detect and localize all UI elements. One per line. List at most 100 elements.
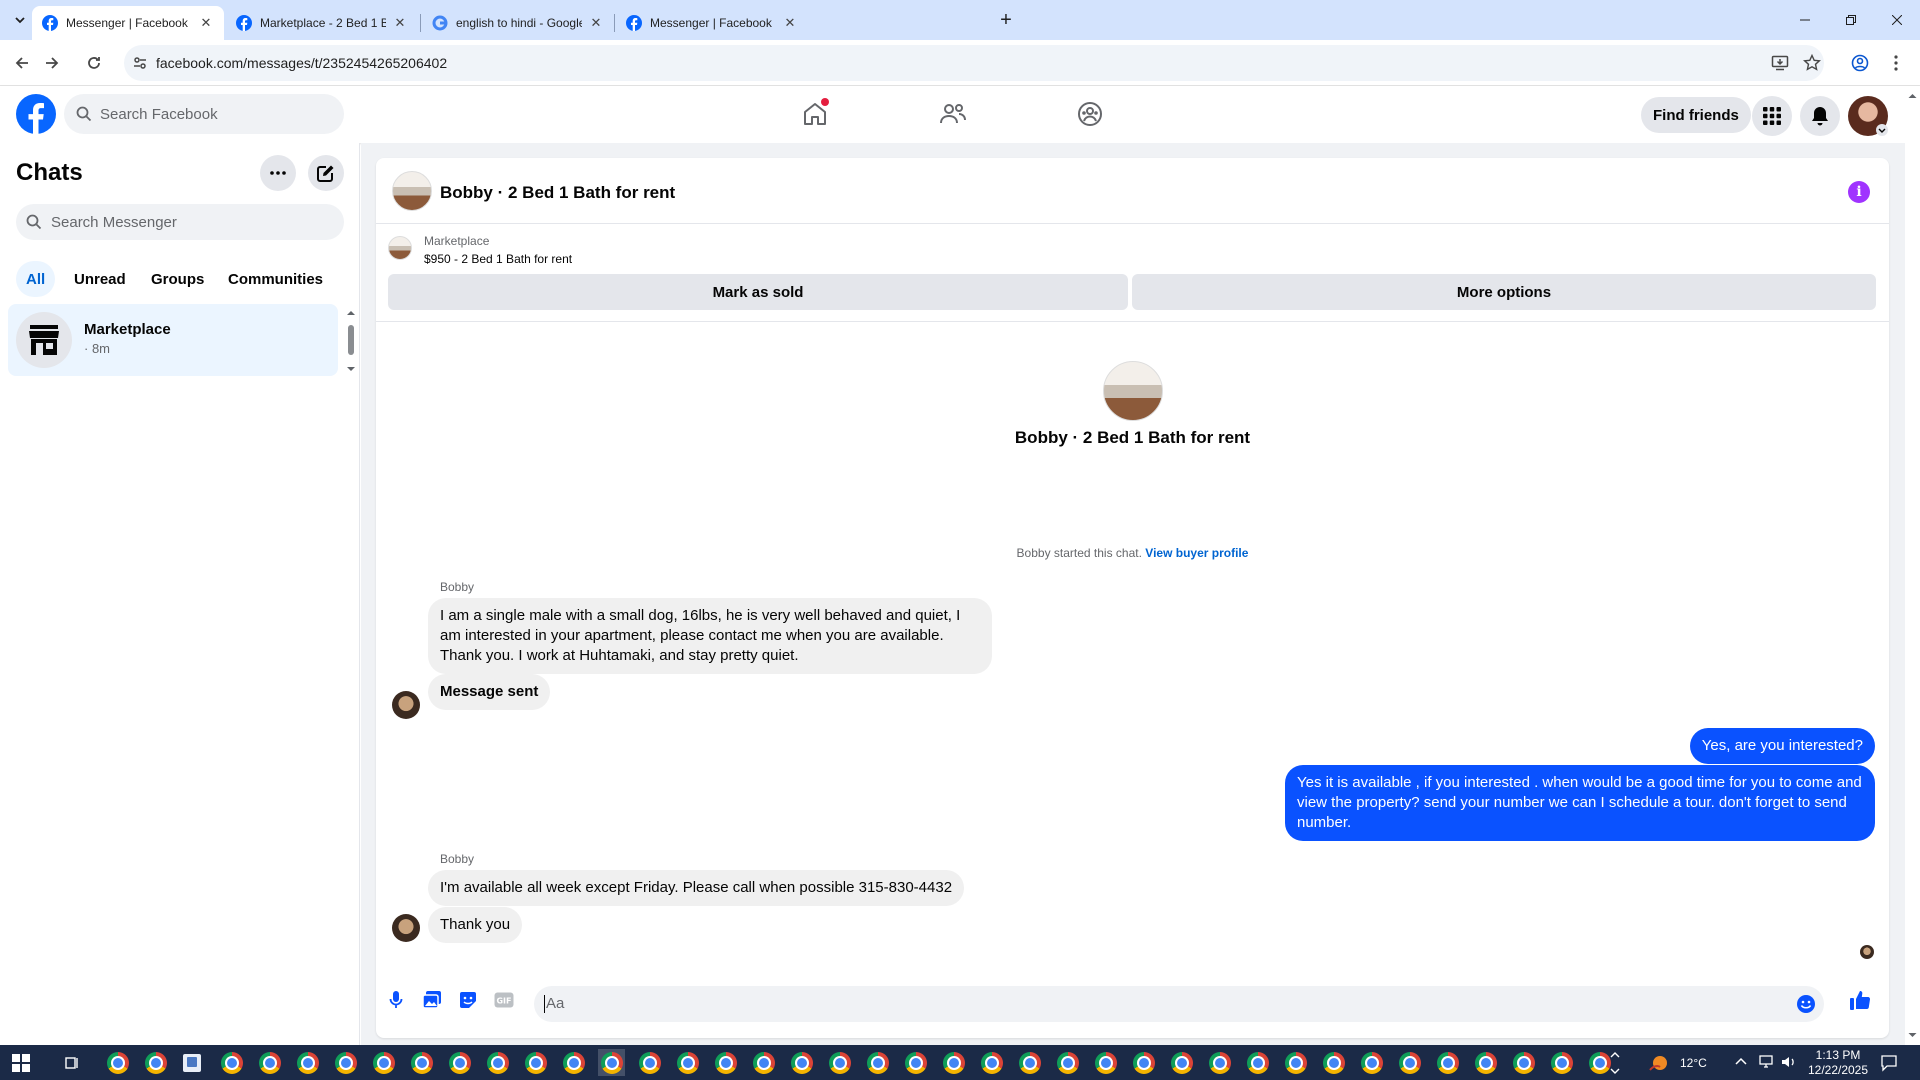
taskbar-chrome-app[interactable] bbox=[256, 1049, 283, 1076]
weather-widget[interactable] bbox=[1648, 1051, 1670, 1073]
minimize-button[interactable] bbox=[1782, 4, 1828, 36]
volume-control[interactable] bbox=[1780, 1054, 1798, 1070]
taskbar-chrome-app[interactable] bbox=[674, 1049, 701, 1076]
browser-tab-marketplace[interactable]: Marketplace - 2 Bed 1 Bath for ✕ bbox=[226, 6, 418, 40]
listing-price-title[interactable]: $950 - 2 Bed 1 Bath for rent bbox=[424, 252, 572, 266]
taskbar-chrome-app[interactable] bbox=[1472, 1049, 1499, 1076]
task-view-button[interactable] bbox=[58, 1049, 85, 1076]
emoji-icon[interactable] bbox=[1796, 994, 1816, 1014]
taskbar-chrome-app[interactable] bbox=[826, 1049, 853, 1076]
bookmark-button[interactable] bbox=[1798, 49, 1826, 77]
info-icon[interactable]: i bbox=[1848, 181, 1870, 203]
message-bubble-incoming[interactable]: Thank you bbox=[428, 907, 523, 943]
taskbar-chrome-app[interactable] bbox=[1586, 1049, 1613, 1076]
taskbar-chrome-app[interactable] bbox=[750, 1049, 777, 1076]
taskbar-chrome-app[interactable] bbox=[446, 1049, 473, 1076]
message-bubble-incoming[interactable]: I'm available all week except Friday. Pl… bbox=[428, 870, 965, 906]
message-bubble-outgoing[interactable]: Yes, are you interested? bbox=[1689, 728, 1875, 764]
show-hidden-icons-button[interactable] bbox=[1734, 1055, 1748, 1069]
message-bubble-incoming[interactable]: Message sent bbox=[428, 674, 551, 710]
system-clock[interactable]: 1:13 PM 12/22/2025 bbox=[1806, 1048, 1870, 1078]
taskbar-chrome-app[interactable] bbox=[1130, 1049, 1157, 1076]
sidebar-scrollbar[interactable] bbox=[346, 308, 356, 374]
taskbar-chrome-app[interactable] bbox=[218, 1049, 245, 1076]
mark-as-sold-button[interactable]: Mark as sold bbox=[388, 274, 1128, 310]
reload-button[interactable] bbox=[80, 49, 108, 77]
voice-clip-button[interactable] bbox=[382, 986, 410, 1014]
taskbar-chrome-app[interactable] bbox=[1168, 1049, 1195, 1076]
forward-button[interactable] bbox=[38, 49, 66, 77]
chat-item-marketplace[interactable]: Marketplace · 8m bbox=[8, 304, 338, 376]
taskbar-chrome-app[interactable] bbox=[1282, 1049, 1309, 1076]
nav-friends[interactable] bbox=[933, 94, 973, 134]
close-tab-icon[interactable]: ✕ bbox=[198, 15, 214, 31]
message-bubble-incoming[interactable]: I am a single male with a small dog, 16l… bbox=[428, 598, 992, 674]
conversation-title[interactable]: Bobby · 2 Bed 1 Bath for rent bbox=[440, 183, 675, 203]
taskbar-scroll[interactable] bbox=[1610, 1049, 1620, 1077]
taskbar-chrome-app[interactable] bbox=[1244, 1049, 1271, 1076]
find-friends-button[interactable]: Find friends bbox=[1641, 97, 1751, 133]
gif-button[interactable]: GIF bbox=[490, 986, 518, 1014]
taskbar-chrome-app[interactable] bbox=[522, 1049, 549, 1076]
taskbar-chrome-app[interactable] bbox=[370, 1049, 397, 1076]
notification-center-button[interactable] bbox=[1880, 1054, 1898, 1072]
back-button[interactable] bbox=[8, 49, 36, 77]
view-buyer-profile-link[interactable]: View buyer profile bbox=[1145, 546, 1248, 560]
message-bubble-outgoing[interactable]: Yes it is available , if you interested … bbox=[1285, 765, 1875, 841]
taskbar-chrome-app[interactable] bbox=[1054, 1049, 1081, 1076]
browser-menu-button[interactable] bbox=[1882, 49, 1910, 77]
taskbar-chrome-app[interactable] bbox=[1206, 1049, 1233, 1076]
message-input[interactable]: Aa bbox=[534, 986, 1824, 1022]
listing-avatar[interactable] bbox=[392, 171, 432, 211]
taskbar-chrome-app[interactable] bbox=[864, 1049, 891, 1076]
profile-button[interactable] bbox=[1846, 49, 1874, 77]
taskbar-chrome-app[interactable] bbox=[1358, 1049, 1385, 1076]
notifications-button[interactable] bbox=[1800, 96, 1840, 136]
facebook-logo-icon[interactable] bbox=[16, 94, 56, 134]
taskbar-app[interactable] bbox=[178, 1049, 205, 1076]
browser-tab-messenger-2[interactable]: Messenger | Facebook ✕ bbox=[616, 6, 808, 40]
taskbar-chrome-app[interactable] bbox=[788, 1049, 815, 1076]
taskbar-chrome-app[interactable] bbox=[1396, 1049, 1423, 1076]
taskbar-chrome-app[interactable] bbox=[712, 1049, 739, 1076]
messenger-search-input[interactable]: Search Messenger bbox=[16, 204, 344, 240]
taskbar-chrome-app-active[interactable] bbox=[598, 1049, 625, 1076]
close-window-button[interactable] bbox=[1874, 4, 1920, 36]
send-like-button[interactable] bbox=[1846, 986, 1874, 1014]
filter-groups[interactable]: Groups bbox=[141, 261, 214, 297]
sender-avatar[interactable] bbox=[392, 914, 420, 942]
more-options-button[interactable]: More options bbox=[1132, 274, 1876, 310]
network-status[interactable] bbox=[1758, 1054, 1776, 1070]
chevron-down-icon[interactable] bbox=[1876, 124, 1888, 136]
taskbar-chrome-app[interactable] bbox=[560, 1049, 587, 1076]
filter-communities[interactable]: Communities bbox=[218, 261, 333, 297]
new-tab-button[interactable]: + bbox=[994, 8, 1018, 32]
taskbar-chrome-app[interactable] bbox=[142, 1049, 169, 1076]
taskbar-chrome-app[interactable] bbox=[940, 1049, 967, 1076]
browser-tab-messenger[interactable]: Messenger | Facebook ✕ bbox=[32, 6, 224, 40]
taskbar-chrome-app[interactable] bbox=[484, 1049, 511, 1076]
taskbar-chrome-app[interactable] bbox=[104, 1049, 131, 1076]
taskbar-chrome-app[interactable] bbox=[978, 1049, 1005, 1076]
close-tab-icon[interactable]: ✕ bbox=[392, 15, 408, 31]
page-scrollbar[interactable] bbox=[1905, 86, 1920, 1045]
nav-home[interactable] bbox=[795, 94, 835, 134]
facebook-search-input[interactable]: Search Facebook bbox=[64, 94, 344, 134]
tab-search-button[interactable] bbox=[8, 8, 32, 32]
install-app-button[interactable] bbox=[1766, 49, 1794, 77]
taskbar-chrome-app[interactable] bbox=[332, 1049, 359, 1076]
taskbar-chrome-app[interactable] bbox=[408, 1049, 435, 1076]
menu-button[interactable] bbox=[1752, 96, 1792, 136]
start-button[interactable] bbox=[12, 1054, 30, 1072]
taskbar-chrome-app[interactable] bbox=[294, 1049, 321, 1076]
browser-tab-google[interactable]: english to hindi - Google Searc ✕ bbox=[422, 6, 614, 40]
filter-all[interactable]: All bbox=[16, 261, 56, 297]
taskbar-chrome-app[interactable] bbox=[1016, 1049, 1043, 1076]
close-tab-icon[interactable]: ✕ bbox=[588, 15, 604, 31]
taskbar-chrome-app[interactable] bbox=[902, 1049, 929, 1076]
taskbar-chrome-app[interactable] bbox=[636, 1049, 663, 1076]
taskbar-chrome-app[interactable] bbox=[1320, 1049, 1347, 1076]
attach-photo-button[interactable] bbox=[418, 986, 446, 1014]
nav-groups[interactable] bbox=[1070, 94, 1110, 134]
taskbar-chrome-app[interactable] bbox=[1092, 1049, 1119, 1076]
